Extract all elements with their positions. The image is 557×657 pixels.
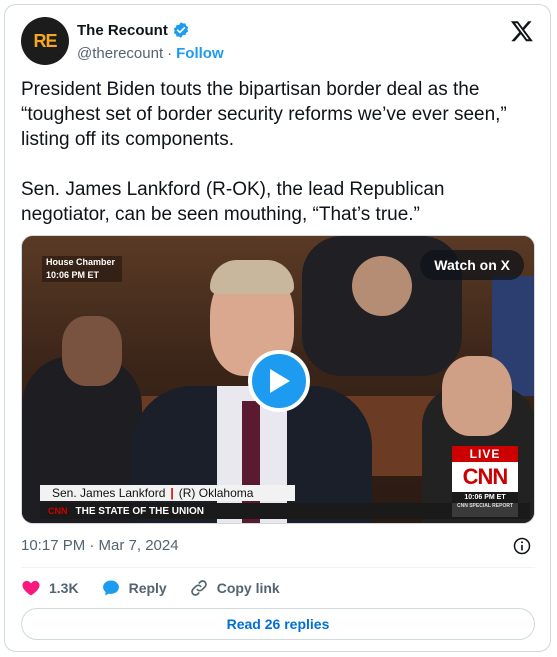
play-button[interactable] (248, 350, 310, 412)
tweet-timestamp[interactable]: 10:17 PM · Mar 7, 2024 (21, 537, 179, 554)
lower-third-party: (R) Oklahoma (178, 486, 254, 500)
author-name-row: The Recount (77, 21, 190, 39)
action-bar: 1.3K Reply Copy link (21, 577, 302, 599)
network-bug: LIVE CNN 10:06 PM ET CNN SPECIAL REPORT (452, 446, 518, 523)
network-time: 10:06 PM ET (452, 492, 518, 503)
x-logo-icon[interactable] (510, 19, 534, 43)
separator-dot: · (167, 45, 173, 62)
like-count: 1.3K (49, 580, 79, 596)
network-special: CNN SPECIAL REPORT (452, 503, 518, 517)
tweet-text: President Biden touts the bipartisan bor… (21, 79, 507, 225)
video-player[interactable]: House Chamber 10:06 PM ET Watch on X Sen… (21, 235, 535, 524)
like-button[interactable]: 1.3K (21, 578, 79, 598)
video-right-face (442, 356, 512, 436)
follow-button[interactable]: Follow (176, 45, 224, 62)
divider (21, 567, 535, 568)
network-logo: CNN (452, 462, 518, 492)
link-icon (190, 580, 207, 596)
author-handle-row: @therecount · Follow (77, 45, 224, 62)
video-left-face (62, 316, 122, 386)
video-senator-hair (210, 260, 294, 294)
live-badge: LIVE (452, 446, 518, 462)
ticker-brand: CNN (48, 506, 68, 516)
chyron-time: 10:06 PM ET (42, 269, 122, 282)
tweet-card: RE The Recount @therecount · Follow Pres… (4, 4, 551, 652)
author-handle[interactable]: @therecount (77, 45, 163, 62)
reply-bubble-icon (102, 580, 119, 596)
verified-badge-icon (173, 22, 188, 38)
watch-on-x-button[interactable]: Watch on X (420, 250, 524, 280)
ticker-text: THE STATE OF THE UNION (75, 505, 205, 517)
play-icon (270, 369, 290, 393)
reply-button[interactable]: Reply (101, 578, 167, 598)
copy-link-button[interactable]: Copy link (189, 578, 280, 598)
reply-label: Reply (128, 580, 167, 596)
read-replies-button[interactable]: Read 26 replies (21, 608, 535, 640)
lower-third: Sen. James Lankford | (R) Oklahoma (40, 485, 295, 501)
video-background-hand (352, 256, 412, 316)
avatar[interactable]: RE (21, 17, 69, 65)
location-chyron: House Chamber 10:06 PM ET (42, 256, 122, 282)
lower-third-separator: | (170, 486, 174, 500)
author-display-name[interactable]: The Recount (77, 22, 168, 39)
avatar-logo: RE (33, 30, 57, 51)
heart-icon (22, 580, 40, 596)
lower-third-name: Sen. James Lankford (52, 486, 166, 500)
info-icon[interactable] (512, 536, 532, 556)
chyron-location: House Chamber (42, 256, 122, 269)
copy-link-label: Copy link (216, 580, 280, 596)
